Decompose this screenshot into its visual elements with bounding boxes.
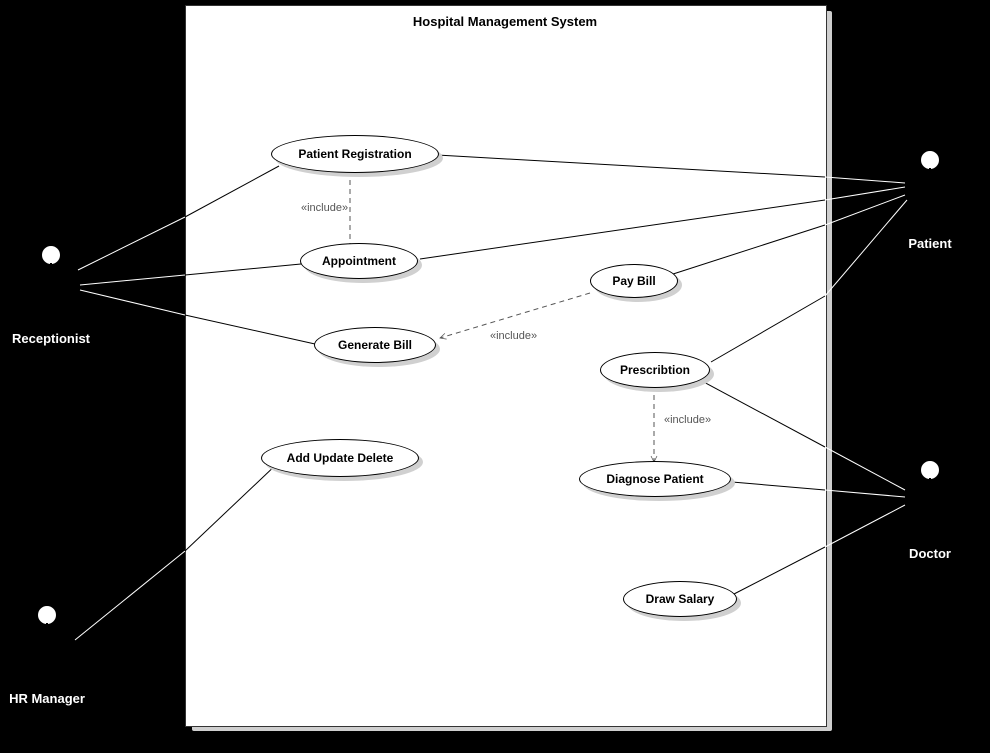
usecase-add-update-delete[interactable]: Add Update Delete: [261, 439, 419, 477]
usecase-appointment[interactable]: Appointment: [300, 243, 418, 279]
actor-patient[interactable]: Patient: [895, 150, 965, 280]
actor-receptionist[interactable]: Receptionist: [16, 245, 86, 375]
actor-doctor[interactable]: Doctor: [895, 460, 965, 590]
system-title: Hospital Management System: [185, 14, 825, 29]
include-label-appointment: «include»: [301, 202, 348, 214]
actor-hr-manager[interactable]: HR Manager: [12, 605, 82, 735]
diagram-canvas: Hospital Management System: [0, 0, 990, 753]
include-label-prescription: «include»: [664, 414, 711, 426]
actor-label-patient: Patient: [908, 236, 951, 251]
actor-label-receptionist: Receptionist: [12, 331, 90, 346]
usecase-prescription[interactable]: Prescribtion: [600, 352, 710, 388]
usecase-diagnose-patient[interactable]: Diagnose Patient: [579, 461, 731, 497]
actor-label-doctor: Doctor: [909, 546, 951, 561]
actor-label-hr-manager: HR Manager: [9, 691, 85, 706]
usecase-draw-salary[interactable]: Draw Salary: [623, 581, 737, 617]
usecase-generate-bill[interactable]: Generate Bill: [314, 327, 436, 363]
usecase-patient-registration[interactable]: Patient Registration: [271, 135, 439, 173]
usecase-pay-bill[interactable]: Pay Bill: [590, 264, 678, 298]
system-boundary: [185, 5, 827, 727]
include-label-paybill: «include»: [490, 330, 537, 342]
